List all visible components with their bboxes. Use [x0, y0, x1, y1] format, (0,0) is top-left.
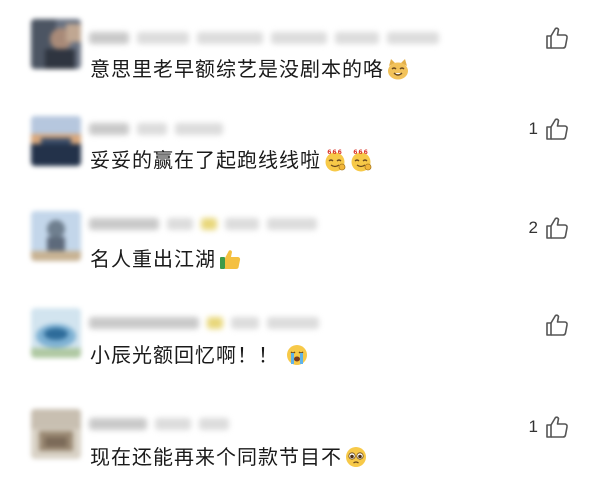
- like-button[interactable]: 2: [529, 214, 570, 242]
- cat-laugh-emoji: [388, 59, 408, 80]
- comment-body: 小辰光额回忆啊！！: [90, 343, 279, 367]
- svg-text:666: 666: [327, 149, 343, 156]
- comment-text: 妥妥的赢在了起跑线线啦 666 666: [90, 145, 373, 175]
- comment-body: 意思里老早额综艺是没剧本的咯: [90, 57, 384, 81]
- thumbs-up-emoji: [220, 250, 241, 269]
- comment-text: 意思里老早额综艺是没剧本的咯: [90, 54, 410, 84]
- like-button[interactable]: 1: [529, 115, 570, 143]
- avatar-image: [31, 211, 81, 261]
- comment-body: 名人重出江湖: [90, 247, 216, 271]
- pleading-emoji: [346, 447, 366, 467]
- comment-text: 小辰光额回忆啊！！: [90, 340, 309, 370]
- like-button[interactable]: 1: [529, 413, 570, 441]
- like-count: 1: [528, 119, 538, 138]
- avatar[interactable]: [31, 409, 81, 459]
- like-count: 2: [528, 218, 538, 237]
- comment-item: 名人重出江湖 2: [0, 196, 600, 296]
- avatar[interactable]: [31, 19, 81, 69]
- comment-body: 妥妥的赢在了起跑线线啦: [90, 148, 321, 172]
- thumbs-up-icon: [546, 314, 568, 336]
- blurred-username-meta: [89, 216, 317, 232]
- like-button[interactable]: [538, 311, 570, 339]
- 666-emoji: 666: [351, 149, 372, 172]
- comment-text: 名人重出江湖: [90, 244, 242, 274]
- avatar[interactable]: [31, 116, 81, 166]
- 666-emoji: 666: [325, 149, 346, 172]
- avatar[interactable]: [31, 308, 81, 358]
- blurred-username-meta: [89, 30, 439, 46]
- comment-item: 小辰光额回忆啊！！: [0, 299, 600, 399]
- thumbs-up-icon: [546, 118, 568, 140]
- like-button[interactable]: [538, 24, 570, 52]
- blurred-username-meta: [89, 121, 223, 137]
- thumbs-up-icon: [546, 217, 568, 239]
- comment-item: 妥妥的赢在了起跑线线啦 666 666 1: [0, 99, 600, 199]
- blurred-username-meta: [89, 315, 319, 331]
- comment-text: 现在还能再来个同款节目不: [90, 442, 368, 472]
- blurred-username-meta: [89, 416, 229, 432]
- comment-list: 意思里老早额综艺是没剧本的咯 妥妥的赢在了起跑线线啦 666 666 1 名人重…: [0, 0, 600, 493]
- avatar-image: [31, 409, 81, 459]
- avatar-image: [31, 19, 81, 69]
- avatar-image: [31, 116, 81, 166]
- thumbs-up-icon: [546, 416, 568, 438]
- comment-item: 意思里老早额综艺是没剧本的咯: [0, 0, 600, 100]
- thumbs-up-icon: [546, 27, 568, 49]
- like-count: 1: [528, 417, 538, 436]
- comment-item: 现在还能再来个同款节目不 1: [0, 397, 600, 497]
- crying-emoji: [287, 345, 307, 365]
- avatar-image: [31, 308, 81, 358]
- avatar[interactable]: [31, 211, 81, 261]
- comment-body: 现在还能再来个同款节目不: [90, 445, 342, 469]
- svg-text:666: 666: [353, 149, 369, 156]
